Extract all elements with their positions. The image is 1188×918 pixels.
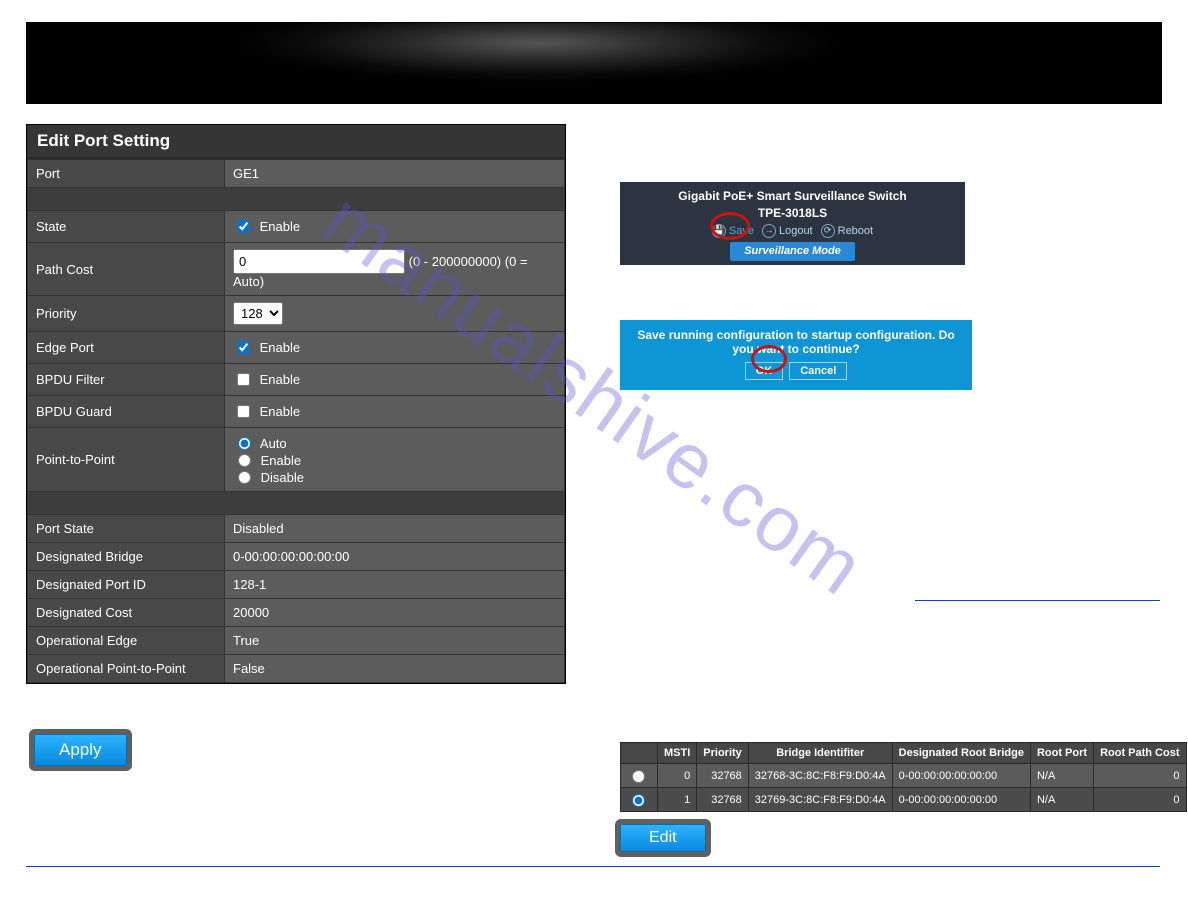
opptp-value: False [225,655,565,683]
pathcost-label: Path Cost [28,243,225,296]
port-label: Port [28,160,225,188]
col-desroot: Designated Root Bridge [892,743,1030,764]
msti-row-radio[interactable] [632,794,645,807]
cell-priority: 32768 [697,788,749,812]
save-icon: 💾 [712,224,726,238]
state-enable-option[interactable]: Enable [233,219,300,234]
edgeport-enable-text: Enable [260,340,300,355]
desportid-label: Designated Port ID [28,571,225,599]
device-reboot-text: Reboot [838,224,873,239]
device-title: Gigabit PoE+ Smart Surveillance Switch [620,188,965,205]
device-header: Gigabit PoE+ Smart Surveillance Switch T… [620,182,965,265]
col-rootpathcost: Root Path Cost [1094,743,1186,764]
confirm-cancel-button[interactable]: Cancel [789,362,847,380]
ptp-disable-option[interactable]: Disable [233,468,556,485]
device-reboot-link[interactable]: ⟳ Reboot [821,224,873,239]
edgeport-enable-checkbox[interactable] [237,341,250,354]
device-model: TPE-3018LS [620,205,965,222]
opptp-label: Operational Point-to-Point [28,655,225,683]
desportid-value: 128-1 [225,571,565,599]
cell-bridgeid: 32768-3C:8C:F8:F9:D0:4A [748,764,892,788]
table-row[interactable]: 1 32768 32769-3C:8C:F8:F9:D0:4A 0-00:00:… [621,788,1187,812]
opedge-label: Operational Edge [28,627,225,655]
device-logout-link[interactable]: → Logout [762,224,813,239]
cell-rootport: N/A [1030,788,1093,812]
edgeport-label: Edge Port [28,332,225,364]
edgeport-enable-option[interactable]: Enable [233,340,300,355]
edit-port-setting-panel: Edit Port Setting Port GE1 State Enable … [26,124,566,684]
pathcost-input[interactable] [233,249,405,274]
col-bridgeid: Bridge Identifiter [748,743,892,764]
ptp-enable-option[interactable]: Enable [233,451,556,468]
ptp-auto-option[interactable]: Auto [233,434,556,451]
opedge-value: True [225,627,565,655]
priority-select[interactable]: 128 [233,302,283,325]
cell-priority: 32768 [697,764,749,788]
descost-label: Designated Cost [28,599,225,627]
ptp-enable-radio[interactable] [238,454,251,467]
desbridge-value: 0-00:00:00:00:00:00 [225,543,565,571]
cell-rootport: N/A [1030,764,1093,788]
col-priority: Priority [697,743,749,764]
priority-label: Priority [28,296,225,332]
device-save-text: Save [729,224,754,239]
logout-icon: → [762,224,776,238]
portstate-label: Port State [28,515,225,543]
device-logout-text: Logout [779,224,813,239]
reboot-icon: ⟳ [821,224,835,238]
bpduguard-label: BPDU Guard [28,396,225,428]
bpdufilter-enable-text: Enable [260,372,300,387]
device-save-link[interactable]: 💾 Save [712,224,754,239]
surveillance-mode-pill[interactable]: Surveillance Mode [730,242,855,261]
ptp-auto-text: Auto [260,436,287,451]
cell-msti: 1 [658,788,697,812]
bpduguard-enable-text: Enable [260,404,300,419]
bpduguard-enable-checkbox[interactable] [237,405,250,418]
divider-line [915,600,1160,601]
confirm-ok-button[interactable]: OK [745,362,784,380]
ptp-enable-text: Enable [261,453,301,468]
cell-desroot: 0-00:00:00:00:00:00 [892,788,1030,812]
col-rootport: Root Port [1030,743,1093,764]
edit-button[interactable]: Edit [620,824,706,852]
confirm-message: Save running configuration to startup co… [626,328,966,356]
bpduguard-enable-option[interactable]: Enable [233,404,300,419]
port-value: GE1 [225,160,565,188]
cell-msti: 0 [658,764,697,788]
col-msti: MSTI [658,743,697,764]
state-label: State [28,211,225,243]
portstate-value: Disabled [225,515,565,543]
bpdufilter-enable-checkbox[interactable] [237,373,250,386]
confirm-dialog: Save running configuration to startup co… [620,320,972,390]
footer-divider [26,866,1160,867]
ptp-auto-radio[interactable] [238,437,251,450]
cell-rootpathcost: 0 [1094,764,1186,788]
state-enable-checkbox[interactable] [237,220,250,233]
msti-section: MSTI Priority Bridge Identifiter Designa… [620,742,1187,852]
desbridge-label: Designated Bridge [28,543,225,571]
header-banner [26,22,1162,104]
msti-row-radio[interactable] [632,770,645,783]
ptp-disable-text: Disable [261,470,304,485]
cell-rootpathcost: 0 [1094,788,1186,812]
cell-bridgeid: 32769-3C:8C:F8:F9:D0:4A [748,788,892,812]
descost-value: 20000 [225,599,565,627]
msti-table: MSTI Priority Bridge Identifiter Designa… [620,742,1187,812]
ptp-disable-radio[interactable] [238,471,251,484]
bpdufilter-enable-option[interactable]: Enable [233,372,300,387]
cell-desroot: 0-00:00:00:00:00:00 [892,764,1030,788]
bpdufilter-label: BPDU Filter [28,364,225,396]
table-row[interactable]: 0 32768 32768-3C:8C:F8:F9:D0:4A 0-00:00:… [621,764,1187,788]
state-enable-text: Enable [260,219,300,234]
apply-button[interactable]: Apply [34,734,127,766]
panel-title: Edit Port Setting [27,125,565,159]
ptp-label: Point-to-Point [28,428,225,492]
